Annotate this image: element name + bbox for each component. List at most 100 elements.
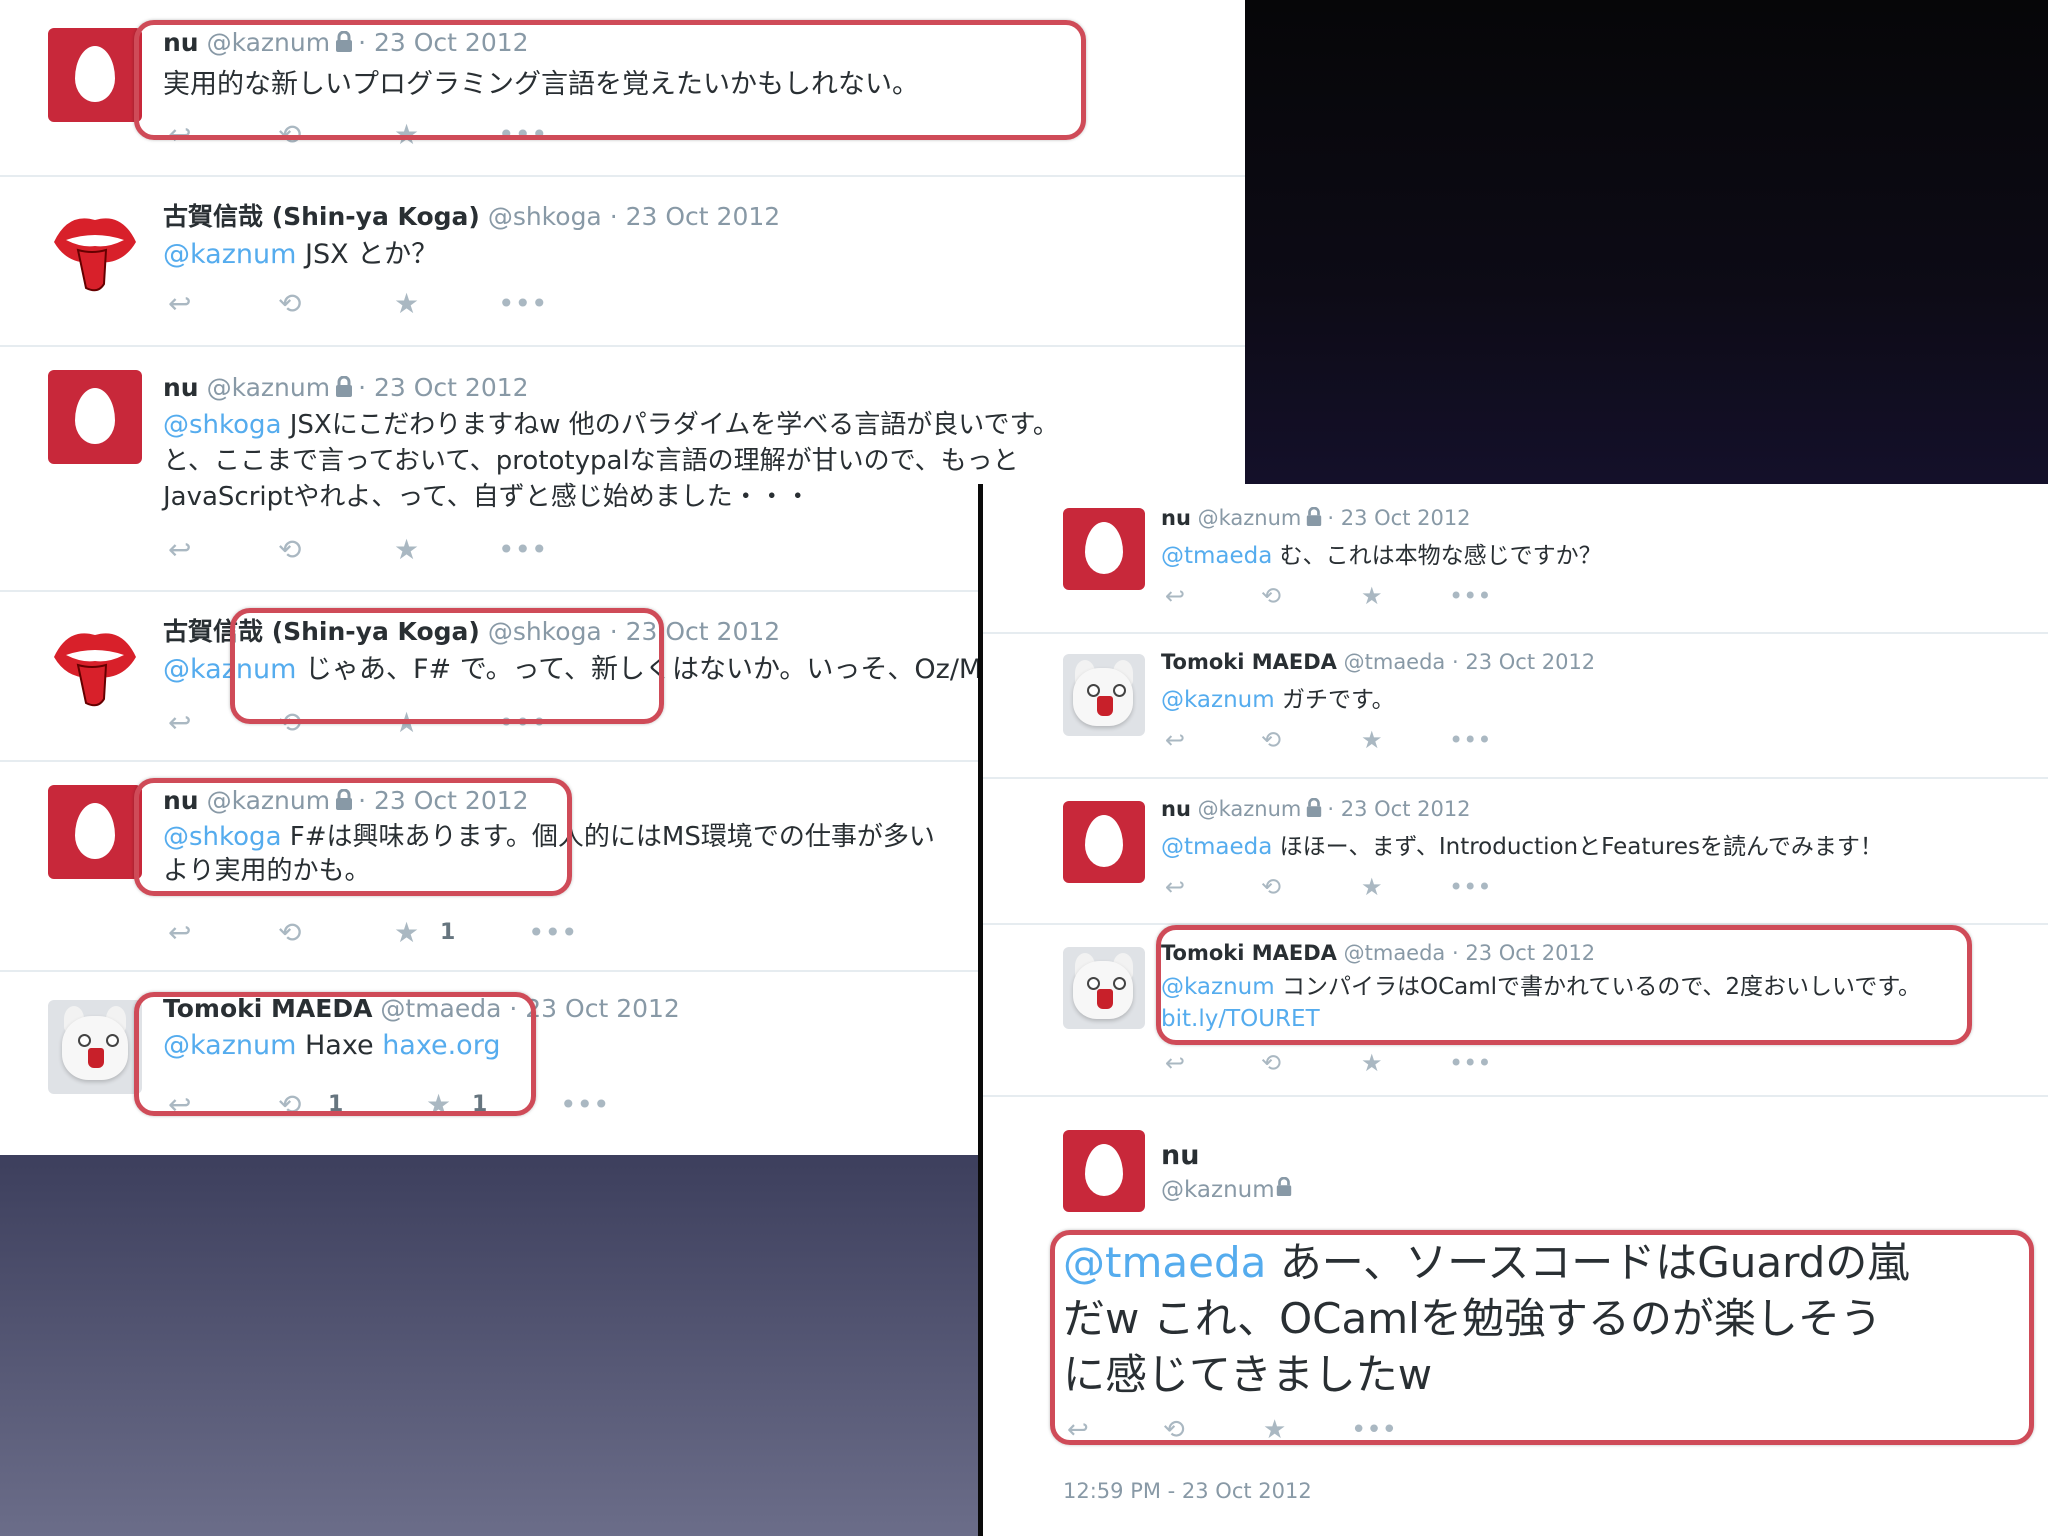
tweet-meta: 古賀信哉 (Shin-ya Koga) @shkoga · 23 Oct 201…	[163, 202, 781, 231]
retweet-icon[interactable]: ⟲	[1261, 873, 1281, 901]
author-handle[interactable]: @kaznum	[1161, 1176, 1293, 1203]
tweet-item: nu @kaznum · 23 Oct 2012 @tmaeda む、これは本物な…	[983, 484, 2048, 634]
favorite-icon[interactable]: ★	[394, 533, 419, 566]
author-name[interactable]: nu	[1161, 506, 1191, 530]
avatar[interactable]	[1063, 654, 1145, 736]
retweet-icon[interactable]: ⟲	[278, 533, 301, 566]
mention-link[interactable]: @tmaeda	[1161, 834, 1272, 860]
favorite-icon[interactable]: ★	[394, 287, 419, 320]
tweet-actions: ↩ ⟲ ★ •••	[168, 287, 568, 320]
author-handle[interactable]: @shkoga	[488, 202, 602, 231]
tweet-date[interactable]: 23 Oct 2012	[374, 373, 529, 402]
highlight-box	[134, 778, 572, 896]
mention-link[interactable]: @kaznum	[1161, 687, 1275, 713]
mention-link[interactable]: @tmaeda	[1161, 543, 1272, 569]
tweet-text: @kaznum ガチです。	[1161, 687, 1395, 713]
tweet-date[interactable]: 23 Oct 2012	[1465, 650, 1595, 674]
reply-icon[interactable]: ↩	[1165, 873, 1185, 901]
favorite-icon[interactable]: ★	[394, 916, 419, 949]
highlight-box	[1156, 925, 1972, 1045]
highlight-box	[134, 20, 1086, 140]
background-slate-area	[0, 1155, 985, 1536]
retweet-icon[interactable]: ⟲	[278, 916, 301, 949]
more-icon[interactable]: •••	[498, 533, 548, 566]
avatar[interactable]	[48, 615, 142, 709]
author-handle[interactable]: @tmaeda	[1344, 650, 1446, 674]
lock-icon	[1275, 1176, 1293, 1203]
lock-icon	[334, 375, 354, 404]
tweet-text: @tmaeda む、これは本物な感じですか？	[1161, 543, 1602, 569]
reply-icon[interactable]: ↩	[1165, 726, 1185, 754]
reply-icon[interactable]: ↩	[168, 706, 191, 739]
author-handle[interactable]: @kaznum	[1198, 797, 1302, 821]
tweet-meta: nu @kaznum · 23 Oct 2012	[1161, 797, 1471, 823]
author-handle[interactable]: @kaznum	[1198, 506, 1302, 530]
highlight-box	[134, 992, 536, 1116]
background-dark-area	[1245, 0, 2048, 484]
tongue-logo-icon	[54, 218, 136, 292]
author-name[interactable]: 古賀信哉 (Shin-ya Koga)	[163, 202, 480, 231]
more-icon[interactable]: •••	[528, 916, 578, 949]
tweet-date[interactable]: 23 Oct 2012	[525, 994, 680, 1023]
avatar[interactable]	[48, 200, 142, 294]
egg-avatar-icon	[75, 46, 115, 102]
egg-avatar-icon	[1085, 522, 1123, 574]
tweet-date[interactable]: 23 Oct 2012	[1341, 797, 1471, 821]
more-icon[interactable]: •••	[1449, 726, 1491, 754]
retweet-icon[interactable]: ⟲	[1261, 1049, 1281, 1077]
more-icon[interactable]: •••	[1449, 582, 1491, 610]
avatar[interactable]	[48, 28, 142, 122]
tweet-meta: Tomoki MAEDA @tmaeda · 23 Oct 2012	[1161, 650, 1596, 674]
retweet-icon[interactable]: ⟲	[1261, 726, 1281, 754]
tweet-date[interactable]: 23 Oct 2012	[626, 202, 781, 231]
tweet-timestamp[interactable]: 12:59 PM - 23 Oct 2012	[1063, 1479, 1312, 1503]
tweet-text: @tmaeda ほほー、まず、IntroductionとFeaturesを読んで…	[1161, 834, 1883, 860]
lock-icon	[1305, 797, 1323, 823]
tweet-item: Tomoki MAEDA @tmaeda · 23 Oct 2012 @kazn…	[983, 632, 2048, 779]
more-icon[interactable]: •••	[1449, 1049, 1491, 1077]
egg-avatar-icon	[75, 388, 115, 444]
retweet-icon[interactable]: ⟲	[278, 287, 301, 320]
lock-icon	[1305, 506, 1323, 532]
author-name[interactable]: nu	[1161, 1140, 1199, 1171]
avatar[interactable]	[1063, 508, 1145, 590]
highlight-box	[230, 608, 664, 724]
favorite-icon[interactable]: ★	[1361, 582, 1383, 610]
favorite-icon[interactable]: ★	[1361, 726, 1383, 754]
avatar[interactable]	[1063, 1130, 1145, 1212]
mention-link[interactable]: @kaznum	[163, 239, 296, 270]
tweet-actions: ↩ ⟲ ★ 1 •••	[168, 916, 588, 949]
reply-icon[interactable]: ↩	[168, 287, 191, 320]
avatar[interactable]	[48, 785, 142, 879]
avatar[interactable]	[1063, 947, 1145, 1029]
favorite-count: 1	[440, 920, 456, 945]
avatar[interactable]	[1063, 801, 1145, 883]
favorite-icon[interactable]: ★	[1361, 873, 1383, 901]
more-icon[interactable]: •••	[560, 1088, 610, 1121]
mention-link[interactable]: @shkoga	[163, 410, 282, 440]
author-name[interactable]: nu	[163, 373, 199, 402]
more-icon[interactable]: •••	[498, 287, 548, 320]
avatar[interactable]	[48, 370, 142, 464]
author-name[interactable]: nu	[1161, 797, 1191, 821]
tweet-item: nu @kaznum · 23 Oct 2012 @tmaeda ほほー、まず、I…	[983, 777, 2048, 925]
tweet-actions: ↩ ⟲ ★ •••	[1165, 873, 1505, 901]
reply-icon[interactable]: ↩	[1165, 1049, 1185, 1077]
author-handle[interactable]: @kaznum	[207, 373, 331, 402]
tweet-actions: ↩ ⟲ ★ •••	[168, 533, 568, 566]
reply-icon[interactable]: ↩	[1165, 582, 1185, 610]
egg-avatar-icon	[1085, 815, 1123, 867]
tweet-date[interactable]: 23 Oct 2012	[1341, 506, 1471, 530]
egg-avatar-icon	[75, 803, 115, 859]
tweet-actions: ↩ ⟲ ★ •••	[1165, 1049, 1505, 1077]
tweet-item: 古賀信哉 (Shin-ya Koga) @shkoga · 23 Oct 201…	[0, 175, 1245, 347]
more-icon[interactable]: •••	[1449, 873, 1491, 901]
tweet-meta: nu @kaznum · 23 Oct 2012	[163, 373, 529, 404]
tweet-text: @shkoga JSXにこだわりますねw 他のパラダイムを学べる言語が良いです。…	[163, 410, 1059, 512]
avatar[interactable]	[48, 1000, 142, 1094]
reply-icon[interactable]: ↩	[168, 916, 191, 949]
retweet-icon[interactable]: ⟲	[1261, 582, 1281, 610]
author-name[interactable]: Tomoki MAEDA	[1161, 650, 1337, 674]
reply-icon[interactable]: ↩	[168, 533, 191, 566]
favorite-icon[interactable]: ★	[1361, 1049, 1383, 1077]
